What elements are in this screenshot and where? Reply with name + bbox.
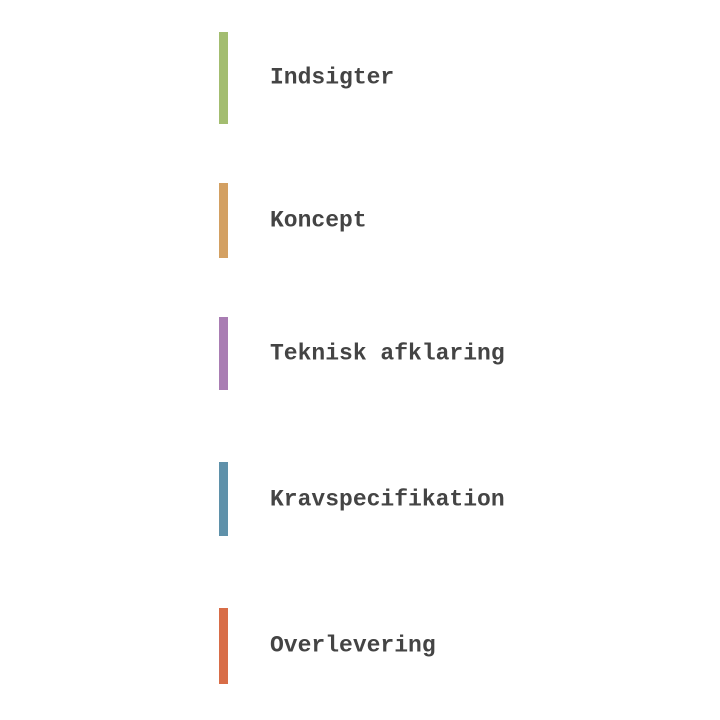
phase-color-bar: [219, 183, 228, 258]
phase-label: Teknisk afklaring: [270, 340, 505, 367]
phase-label: Overlevering: [270, 632, 436, 659]
phase-color-bar: [219, 608, 228, 684]
phase-label: Indsigter: [270, 64, 395, 91]
phase-label: Koncept: [270, 207, 367, 234]
phase-color-bar: [219, 32, 228, 124]
phase-color-bar: [219, 462, 228, 536]
phase-label: Kravspecifikation: [270, 486, 505, 513]
phase-color-bar: [219, 317, 228, 390]
